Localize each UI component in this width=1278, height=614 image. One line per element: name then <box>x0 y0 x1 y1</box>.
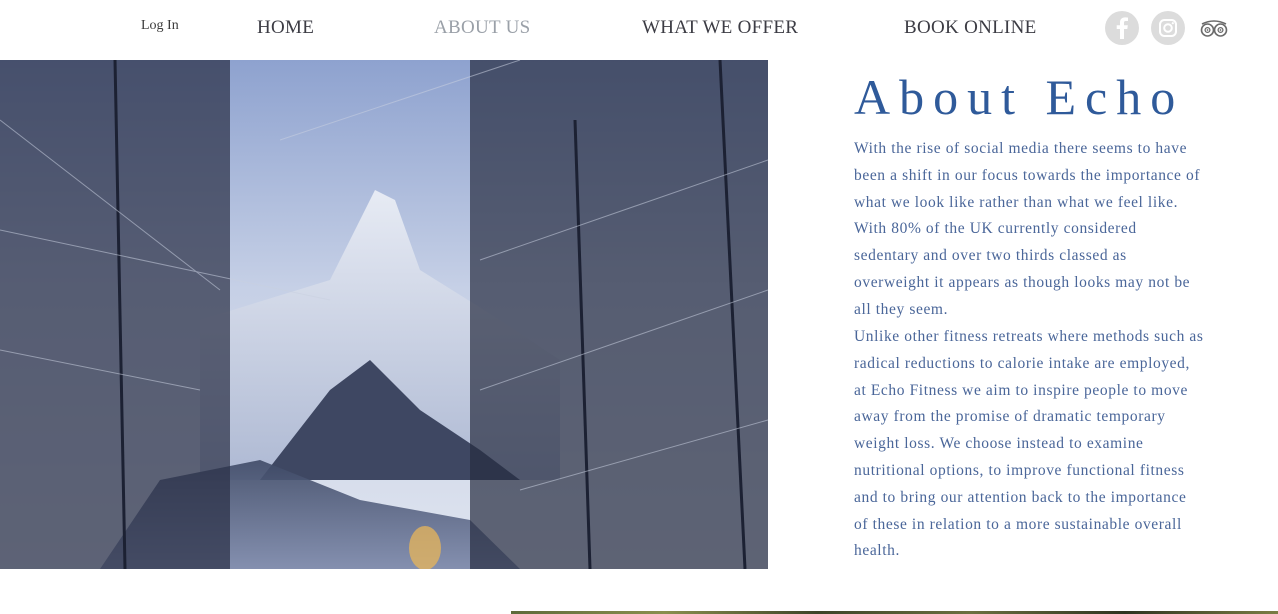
nav-book-online[interactable]: BOOK ONLINE <box>904 17 1037 39</box>
nav-what-we-offer[interactable]: WHAT WE OFFER <box>642 17 798 39</box>
about-paragraph-1: With the rise of social media there seem… <box>854 140 1201 318</box>
tripadvisor-icon <box>1200 20 1228 37</box>
page-title: About Echo <box>854 69 1185 125</box>
site-header: Log In HOME ABOUT US WHAT WE OFFER BOOK … <box>0 0 1278 60</box>
hero-image <box>0 60 768 569</box>
facebook-link[interactable] <box>1105 11 1139 45</box>
tripadvisor-link[interactable] <box>1199 18 1231 40</box>
login-link[interactable]: Log In <box>141 18 179 34</box>
instagram-link[interactable] <box>1151 11 1185 45</box>
nav-home[interactable]: HOME <box>257 17 314 39</box>
mountain-scene <box>0 60 768 569</box>
instagram-icon <box>1159 19 1177 37</box>
facebook-icon <box>1116 17 1128 39</box>
about-paragraph-2: Unlike other fitness retreats where meth… <box>854 328 1204 560</box>
village-lights <box>409 526 441 569</box>
nav-about-us[interactable]: ABOUT US <box>434 17 531 39</box>
